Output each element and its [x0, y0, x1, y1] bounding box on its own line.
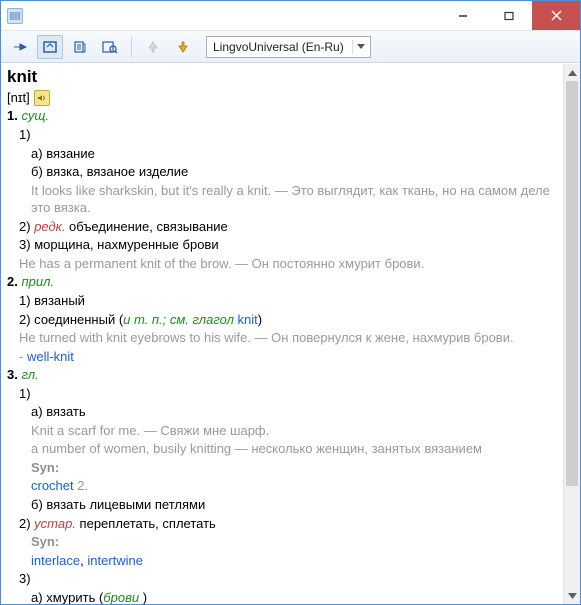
down-arrow-button[interactable] — [170, 35, 196, 59]
close-button[interactable] — [532, 1, 580, 30]
pronunciation: [nɪt] — [7, 89, 30, 107]
speaker-icon[interactable] — [34, 90, 50, 106]
up-arrow-button[interactable] — [140, 35, 166, 59]
app-icon — [7, 8, 23, 24]
scroll-thumb[interactable] — [566, 81, 578, 486]
dictionary-select-label: LingvoUniversal (En-Ru) — [213, 40, 344, 54]
app-window: LingvoUniversal (En-Ru) knit [nɪt] 1. су… — [0, 0, 581, 605]
pronunciation-row: [nɪt] — [7, 89, 557, 107]
find-button[interactable] — [97, 35, 123, 59]
copy-button[interactable] — [67, 35, 93, 59]
scroll-down-button[interactable] — [564, 587, 580, 604]
toolbar: LingvoUniversal (En-Ru) — [1, 31, 580, 63]
dictionary-select[interactable]: LingvoUniversal (En-Ru) — [206, 36, 371, 58]
scroll-up-button[interactable] — [564, 64, 580, 81]
sync-button[interactable] — [37, 35, 63, 59]
headword: knit — [7, 66, 557, 89]
chevron-down-icon — [352, 40, 366, 54]
titlebar — [1, 1, 580, 31]
maximize-button[interactable] — [486, 1, 532, 30]
vertical-scrollbar[interactable] — [563, 64, 580, 604]
toolbar-separator — [131, 37, 132, 57]
pin-button[interactable] — [7, 35, 33, 59]
content-area: knit [nɪt] 1. сущ. 1) а) вязание б) вязк… — [1, 63, 580, 604]
scroll-track[interactable] — [564, 81, 580, 587]
minimize-button[interactable] — [440, 1, 486, 30]
dictionary-entry: knit [nɪt] 1. сущ. 1) а) вязание б) вязк… — [1, 64, 563, 604]
